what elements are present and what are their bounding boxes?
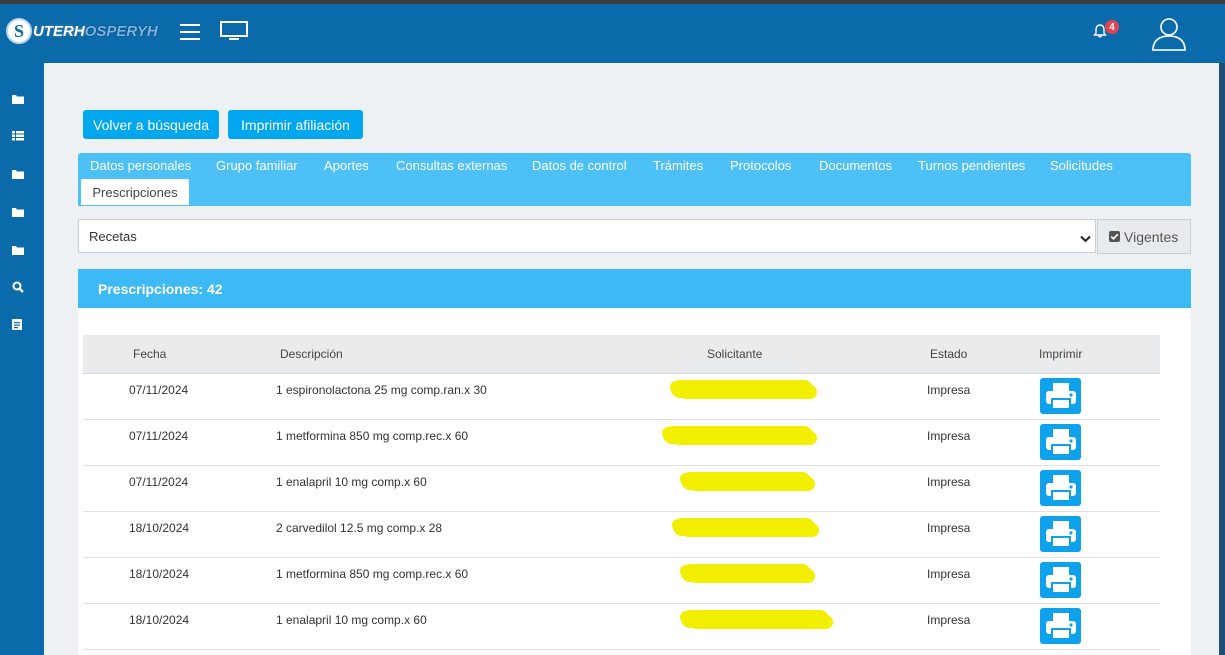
cell-estado: Impresa: [927, 429, 971, 443]
logo-text-secondary: OSPERYH: [84, 22, 158, 40]
tab-documentos[interactable]: Documentos: [819, 158, 892, 173]
cell-fecha: 07/11/2024: [129, 475, 189, 489]
logo-emblem: S: [6, 18, 32, 44]
column-header-estado: Estado: [930, 347, 968, 361]
cell-fecha: 07/11/2024: [129, 383, 189, 397]
print-prescription-button[interactable]: [1040, 470, 1081, 506]
user-avatar-icon[interactable]: [1150, 14, 1188, 57]
redacted-solicitante: [673, 518, 815, 536]
cell-fecha: 07/11/2024: [129, 429, 189, 443]
back-to-search-button[interactable]: Volver a búsqueda: [83, 110, 219, 139]
column-header-descripcion: Descripción: [280, 347, 343, 361]
tab-datos-de-control[interactable]: Datos de control: [532, 158, 627, 173]
cell-descripcion: 1 enalapril 10 mg comp.x 60: [276, 475, 427, 489]
brand-logo[interactable]: S UTERH OSPERYH: [6, 17, 158, 45]
vigentes-checkbox[interactable]: [1109, 231, 1120, 242]
print-prescription-button[interactable]: [1040, 516, 1081, 552]
folder-icon[interactable]: [12, 242, 26, 256]
sidebar: [0, 63, 44, 655]
print-affiliation-button[interactable]: Imprimir afiliación: [228, 110, 363, 139]
cell-descripcion: 1 espironolactona 25 mg comp.ran.x 30: [276, 383, 487, 397]
cell-fecha: 18/10/2024: [129, 521, 190, 535]
tab-consultas-externas[interactable]: Consultas externas: [396, 158, 507, 173]
search-icon[interactable]: [12, 280, 26, 294]
cell-estado: Impresa: [927, 475, 971, 489]
tab-tramites[interactable]: Trámites: [653, 158, 703, 173]
table-row: 07/11/2024 1 enalapril 10 mg comp.x 60 I…: [83, 465, 1160, 512]
column-header-imprimir: Imprimir: [1039, 347, 1083, 361]
folder-icon[interactable]: [12, 166, 26, 180]
panel-title: Prescripciones: 42: [78, 269, 1191, 308]
cell-estado: Impresa: [927, 567, 971, 581]
table-row: 07/11/2024 1 metformina 850 mg comp.rec.…: [83, 419, 1160, 466]
column-header-fecha: Fecha: [133, 347, 167, 361]
printer-icon: [1045, 567, 1076, 594]
monitor-icon[interactable]: [220, 21, 248, 46]
table-row: 18/10/2024 2 carvedilol 12.5 mg comp.x 2…: [83, 511, 1160, 558]
tab-bar: Datos personales Grupo familiar Aportes …: [78, 153, 1191, 206]
print-prescription-button[interactable]: [1040, 608, 1081, 644]
column-header-solicitante: Solicitante: [707, 347, 763, 361]
cell-fecha: 18/10/2024: [129, 613, 190, 627]
cell-descripcion: 2 carvedilol 12.5 mg comp.x 28: [276, 521, 443, 535]
menu-toggle-icon[interactable]: [180, 24, 200, 40]
cell-estado: Impresa: [927, 383, 971, 397]
cell-descripcion: 1 enalapril 10 mg comp.x 60: [276, 613, 427, 627]
cell-descripcion: 1 metformina 850 mg comp.rec.x 60: [276, 429, 469, 443]
table-icon[interactable]: [12, 128, 26, 142]
tab-aportes[interactable]: Aportes: [324, 158, 369, 173]
printer-icon: [1045, 521, 1076, 548]
select-value: Recetas: [89, 228, 137, 244]
printer-icon: [1045, 429, 1076, 456]
tab-prescripciones[interactable]: Prescripciones: [81, 179, 189, 205]
print-prescription-button[interactable]: [1040, 424, 1081, 460]
tab-grupo-familiar[interactable]: Grupo familiar: [216, 158, 298, 173]
printer-icon: [1045, 613, 1076, 640]
chevron-down-icon: [1080, 231, 1091, 246]
table-row: 18/10/2024 1 enalapril 10 mg comp.x 60 I…: [83, 603, 1160, 650]
tab-protocolos[interactable]: Protocolos: [730, 158, 791, 173]
redacted-solicitante: [681, 610, 829, 628]
folder-icon[interactable]: [12, 204, 26, 218]
vigentes-label: Vigentes: [1124, 228, 1179, 245]
tab-turnos-pendientes[interactable]: Turnos pendientes: [918, 158, 1025, 173]
print-prescription-button[interactable]: [1040, 378, 1081, 414]
redacted-solicitante: [663, 426, 813, 444]
logo-text-main: UTERH: [33, 22, 85, 40]
cell-estado: Impresa: [927, 613, 971, 627]
redacted-solicitante: [671, 380, 813, 398]
cell-fecha: 18/10/2024: [129, 567, 190, 581]
table-row: 07/11/2024 1 espironolactona 25 mg comp.…: [83, 373, 1160, 420]
print-prescription-button[interactable]: [1040, 562, 1081, 598]
printer-icon: [1045, 475, 1076, 502]
prescription-type-select[interactable]: Recetas: [78, 219, 1096, 253]
tab-solicitudes[interactable]: Solicitudes: [1050, 158, 1113, 173]
right-edge: [1219, 63, 1225, 655]
notification-badge: 4: [1105, 20, 1119, 34]
vigentes-toggle[interactable]: Vigentes: [1097, 219, 1191, 254]
cell-estado: Impresa: [927, 521, 971, 535]
folder-icon[interactable]: [12, 91, 26, 105]
tab-datos-personales[interactable]: Datos personales: [90, 158, 191, 173]
redacted-solicitante: [681, 472, 811, 490]
table-header: Fecha Descripción Solicitante Estado Imp…: [83, 335, 1160, 374]
redacted-solicitante: [681, 564, 811, 582]
printer-icon: [1045, 383, 1076, 410]
document-icon[interactable]: [12, 318, 26, 332]
cell-descripcion: 1 metformina 850 mg comp.rec.x 60: [276, 567, 469, 581]
table-row: 18/10/2024 1 metformina 850 mg comp.rec.…: [83, 557, 1160, 604]
prescriptions-panel: Prescripciones: 42 Fecha Descripción Sol…: [78, 269, 1191, 655]
